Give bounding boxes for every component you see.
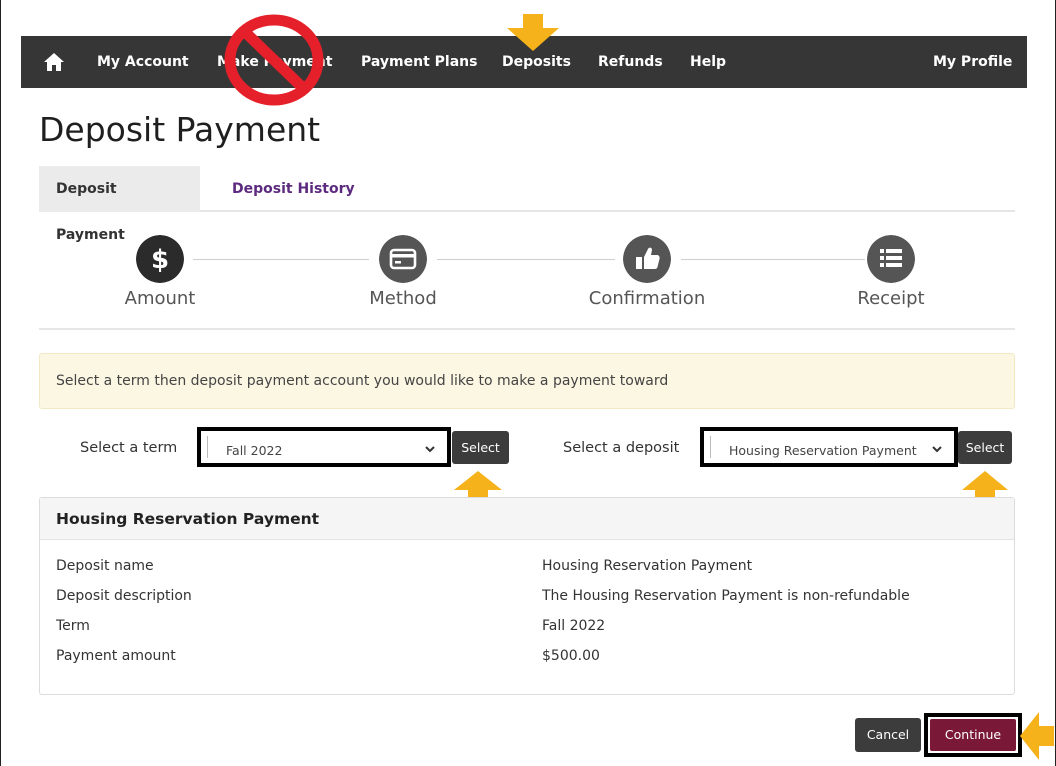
detail-value: Housing Reservation Payment xyxy=(542,558,753,574)
dollar-icon: $ xyxy=(136,235,184,283)
screenshot-frame: My Account Make Payment Payment Plans De… xyxy=(0,0,1056,766)
panel-header: Housing Reservation Payment xyxy=(40,498,1014,540)
alert-text: Select a term then deposit payment accou… xyxy=(56,373,669,389)
chevron-down-icon xyxy=(932,446,942,453)
tab-deposit-payment[interactable]: Deposit Payment xyxy=(39,166,200,243)
panel-title: Housing Reservation Payment xyxy=(56,510,320,528)
detail-value: Fall 2022 xyxy=(542,618,606,634)
term-label: Select a term xyxy=(80,440,178,456)
home-icon[interactable] xyxy=(43,52,65,72)
term-select-inner: Fall 2022 xyxy=(207,436,441,458)
cancel-button[interactable]: Cancel xyxy=(855,718,921,752)
detail-value: The Housing Reservation Payment is non-r… xyxy=(542,588,910,604)
term-select-button[interactable]: Select xyxy=(452,431,509,464)
step-connector xyxy=(681,259,865,260)
step-label-receipt: Receipt xyxy=(857,288,925,309)
term-select-value: Fall 2022 xyxy=(226,443,283,458)
tab-bar: Deposit Payment Deposit History xyxy=(39,166,1015,243)
info-alert: Select a term then deposit payment accou… xyxy=(39,353,1015,409)
thumbs-up-icon xyxy=(623,235,671,283)
detail-label: Payment amount xyxy=(56,648,176,664)
detail-label: Term xyxy=(56,618,90,634)
nav-my-account[interactable]: My Account xyxy=(97,54,189,70)
step-connector xyxy=(437,259,615,260)
payment-stepper: $ Amount Method Confirmation Receipt xyxy=(39,226,1015,330)
deposit-select-button[interactable]: Select xyxy=(958,431,1012,464)
list-icon xyxy=(867,235,915,283)
nav-payment-plans[interactable]: Payment Plans xyxy=(361,54,477,70)
page-title: Deposit Payment xyxy=(39,110,321,149)
deposit-select[interactable]: Housing Reservation Payment xyxy=(700,427,958,467)
arrow-left-icon xyxy=(1020,712,1054,760)
step-label-confirmation: Confirmation xyxy=(588,288,706,309)
term-select[interactable]: Fall 2022 xyxy=(197,427,451,467)
nav-refunds[interactable]: Refunds xyxy=(598,54,663,70)
nav-help[interactable]: Help xyxy=(690,54,726,70)
deposit-label: Select a deposit xyxy=(563,440,680,456)
detail-label: Deposit name xyxy=(56,558,154,574)
step-label-amount: Amount xyxy=(124,288,196,309)
deposit-select-inner: Housing Reservation Payment xyxy=(710,436,948,458)
continue-button[interactable]: Continue xyxy=(930,719,1016,751)
svg-text:$: $ xyxy=(151,245,169,275)
prohibited-sign-icon xyxy=(224,14,324,106)
credit-card-icon xyxy=(379,235,427,283)
detail-value: $500.00 xyxy=(542,648,600,664)
nav-deposits[interactable]: Deposits xyxy=(502,54,571,70)
chevron-down-icon xyxy=(425,446,435,453)
continue-highlight: Continue xyxy=(924,713,1022,757)
nav-my-profile[interactable]: My Profile xyxy=(933,54,1012,70)
step-label-method: Method xyxy=(369,288,437,309)
tab-deposit-history[interactable]: Deposit History xyxy=(215,166,372,212)
detail-label: Deposit description xyxy=(56,588,192,604)
deposit-details-panel: Housing Reservation Payment Deposit name… xyxy=(39,497,1015,695)
arrow-down-icon xyxy=(507,14,559,51)
step-connector xyxy=(193,259,369,260)
deposit-select-value: Housing Reservation Payment xyxy=(729,443,917,458)
